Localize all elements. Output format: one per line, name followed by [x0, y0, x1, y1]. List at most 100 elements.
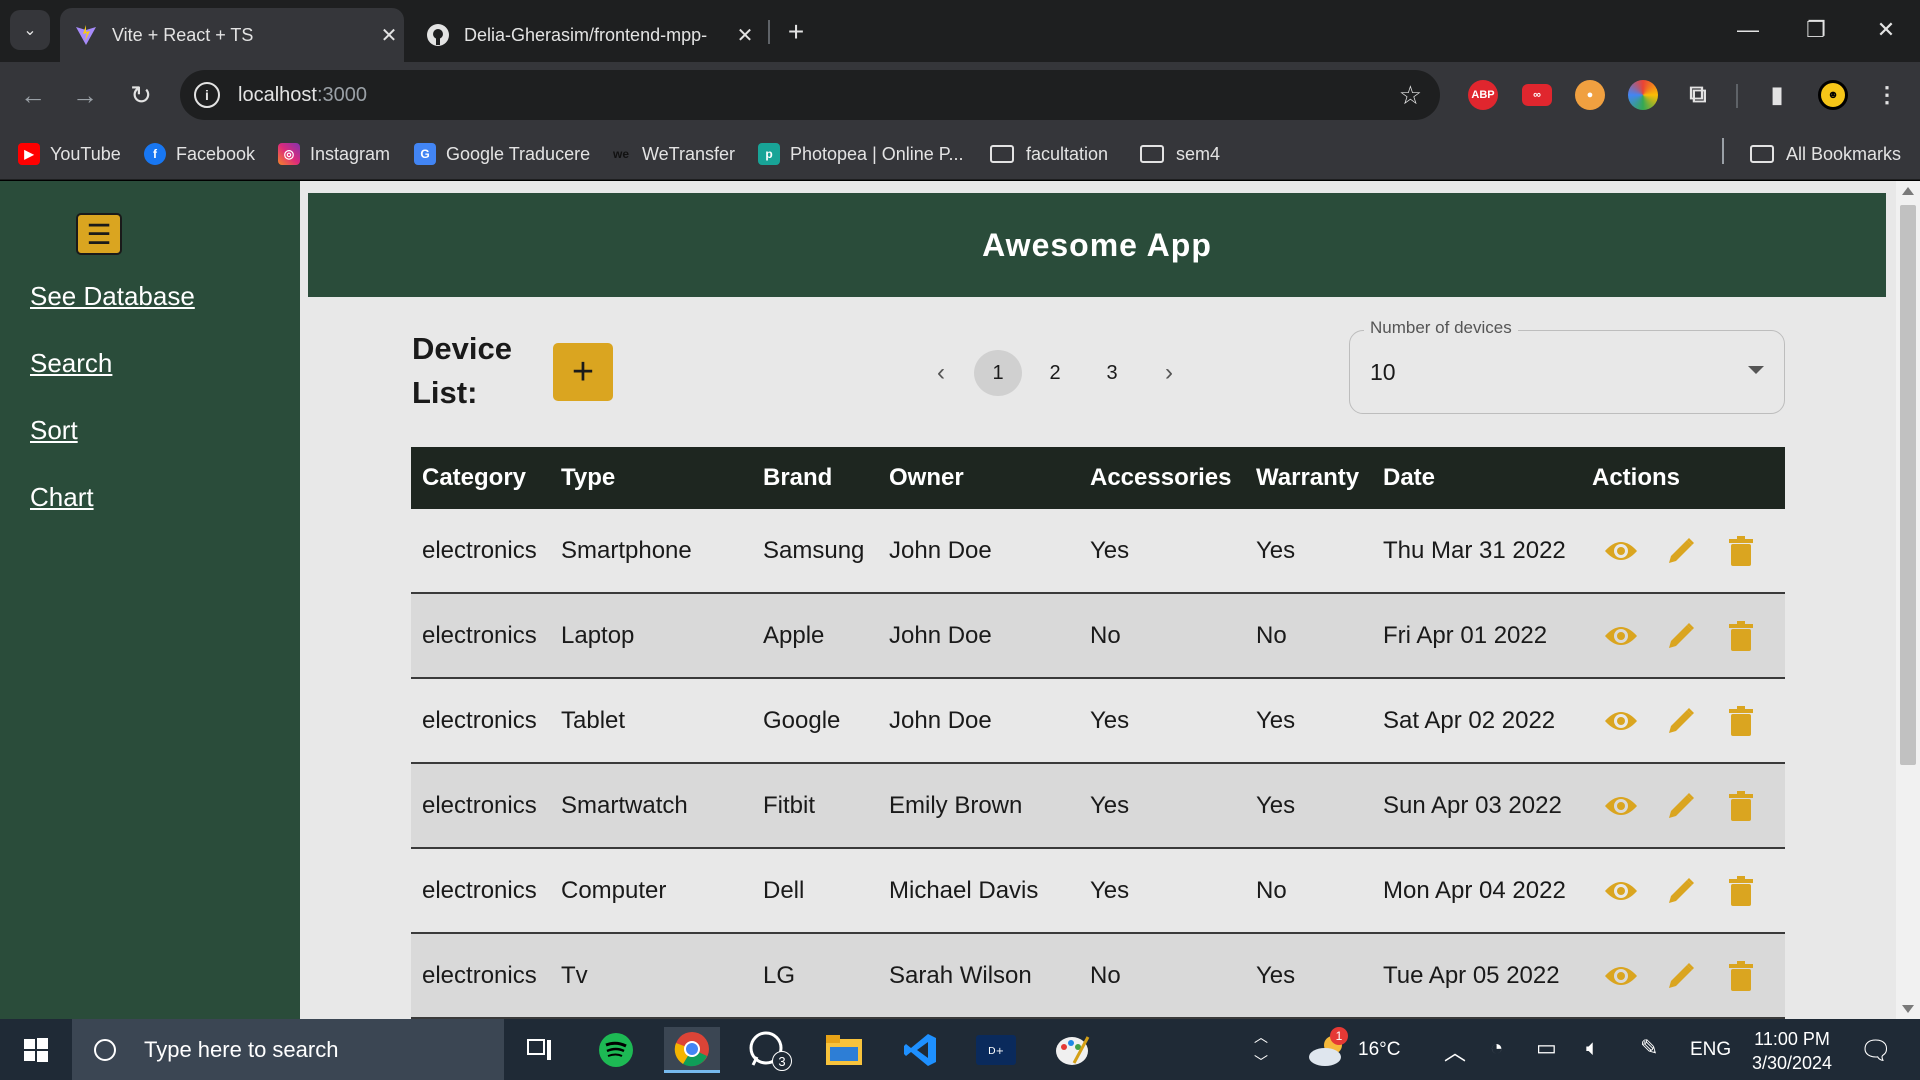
sidebar-link-see-database[interactable]: See Database — [30, 281, 195, 312]
cell-owner: Michael Davis — [889, 876, 1039, 904]
profile-avatar[interactable]: ☻ — [1818, 80, 1848, 110]
delete-trash-icon[interactable] — [1723, 873, 1759, 909]
whatsapp-badge: 3 — [772, 1051, 792, 1071]
weather-cloud-icon[interactable]: 1 — [1300, 1027, 1356, 1073]
close-window-icon[interactable]: ✕ — [1852, 8, 1920, 52]
page-viewport: ☰ See Database Search Sort Chart Awesome… — [0, 181, 1920, 1019]
cell-date: Thu Mar 31 2022 — [1383, 536, 1566, 564]
bookmark-star-icon[interactable]: ☆ — [1399, 80, 1422, 111]
number-of-devices-label: Number of devices — [1364, 318, 1518, 338]
edit-pencil-icon[interactable] — [1663, 788, 1699, 824]
view-eye-icon[interactable] — [1603, 533, 1639, 569]
sidebar-link-chart[interactable]: Chart — [30, 482, 94, 513]
bookmark-google-translate[interactable]: G Google Traducere — [414, 140, 590, 168]
cell-accessories: Yes — [1090, 706, 1130, 734]
volume-icon[interactable]: 🔈︎ — [1586, 1035, 1599, 1061]
restore-icon[interactable]: ❐ — [1782, 8, 1850, 52]
edit-pencil-icon[interactable] — [1663, 958, 1699, 994]
tab-close-icon[interactable]: ✕ — [374, 23, 404, 48]
whatsapp-icon[interactable]: 3 — [740, 1027, 796, 1073]
view-eye-icon[interactable] — [1603, 788, 1639, 824]
edit-pencil-icon[interactable] — [1663, 703, 1699, 739]
forward-arrow-icon[interactable]: → — [64, 74, 106, 116]
scroll-up-arrow-icon[interactable] — [1902, 187, 1914, 195]
extension-monkey-icon[interactable]: ● — [1575, 80, 1605, 110]
back-arrow-icon[interactable]: ← — [12, 74, 54, 116]
delete-trash-icon[interactable] — [1723, 533, 1759, 569]
dropdown-arrow-icon[interactable] — [1748, 366, 1764, 374]
site-info-icon[interactable]: i — [194, 82, 220, 108]
spotify-icon[interactable] — [588, 1027, 644, 1073]
disney-plus-icon[interactable]: D+ — [968, 1027, 1024, 1073]
taskbar-scroll-chevrons-icon[interactable]: ︿ ﹀ — [1250, 1025, 1272, 1075]
minimize-icon[interactable]: — — [1714, 8, 1782, 52]
chrome-menu-icon[interactable]: ⋮ — [1872, 80, 1902, 110]
bookmark-youtube[interactable]: ▶ YouTube — [18, 140, 121, 168]
bookmark-label: Instagram — [310, 143, 391, 164]
show-hidden-icons-chevron-icon[interactable]: ︿ — [1444, 1035, 1466, 1067]
edit-pencil-icon[interactable] — [1663, 873, 1699, 909]
menu-toggle-button[interactable]: ☰ — [76, 213, 122, 255]
pagination-next-chevron-icon[interactable]: › — [1146, 350, 1192, 396]
tab-close-icon[interactable]: ✕ — [730, 23, 760, 48]
network-icon[interactable]: ◔ — [1490, 1035, 1503, 1061]
side-panel-icon[interactable]: ▮ — [1762, 80, 1792, 110]
bookmark-folder-facultation[interactable]: facultation — [990, 140, 1108, 168]
scroll-thumb[interactable] — [1900, 205, 1916, 765]
edit-pencil-icon[interactable] — [1663, 618, 1699, 654]
tab-search-chevron-icon[interactable]: ⌄ — [10, 10, 50, 50]
delete-trash-icon[interactable] — [1723, 703, 1759, 739]
pagination-prev-chevron-icon[interactable]: ‹ — [918, 350, 964, 396]
bookmark-all-bookmarks[interactable]: All Bookmarks — [1750, 140, 1901, 168]
adblock-plus-icon[interactable]: ABP — [1468, 80, 1498, 110]
extension-infinity-icon[interactable]: ∞ — [1522, 84, 1552, 106]
extensions-puzzle-icon[interactable]: ⧉ — [1683, 80, 1713, 110]
file-explorer-icon[interactable] — [816, 1027, 872, 1073]
delete-trash-icon[interactable] — [1723, 618, 1759, 654]
scroll-down-arrow-icon[interactable] — [1902, 1005, 1914, 1013]
bookmark-facebook[interactable]: f Facebook — [144, 140, 255, 168]
delete-trash-icon[interactable] — [1723, 788, 1759, 824]
pagination-page-3[interactable]: 3 — [1088, 350, 1136, 396]
tab-github[interactable]: Delia-Gherasim/frontend-mpp- ✕ — [412, 8, 760, 62]
system-clock[interactable]: 11:00 PM 3/30/2024 — [1732, 1027, 1852, 1075]
notification-center-icon[interactable]: 🗨︎ — [1856, 1033, 1896, 1067]
row-actions — [1603, 594, 1783, 677]
table-row: electronics Laptop Apple John Doe No No … — [411, 594, 1785, 679]
windows-start-icon[interactable] — [0, 1019, 72, 1080]
battery-icon[interactable]: ▭ — [1536, 1035, 1557, 1061]
view-eye-icon[interactable] — [1603, 703, 1639, 739]
sidebar-link-search[interactable]: Search — [30, 348, 112, 379]
browser-tab-bar: ⌄ Vite + React + TS ✕ Delia-Gherasim/fro… — [0, 0, 1920, 62]
number-of-devices-select[interactable] — [1349, 330, 1785, 414]
extension-color-icon[interactable] — [1628, 80, 1658, 110]
chrome-taskbar-icon[interactable] — [664, 1027, 720, 1073]
view-eye-icon[interactable] — [1603, 873, 1639, 909]
bookmark-wetransfer[interactable]: we WeTransfer — [610, 140, 735, 168]
taskbar-search-box[interactable]: Type here to search — [72, 1019, 504, 1080]
bookmark-folder-sem4[interactable]: sem4 — [1140, 140, 1220, 168]
pagination-page-1[interactable]: 1 — [974, 350, 1022, 396]
add-device-button[interactable]: + — [553, 343, 613, 401]
language-indicator[interactable]: ENG — [1690, 1039, 1731, 1061]
tab-vite-react[interactable]: Vite + React + TS ✕ — [60, 8, 404, 62]
bookmark-instagram[interactable]: ◎ Instagram — [278, 140, 390, 168]
task-view-icon[interactable] — [512, 1027, 568, 1073]
sidebar-link-sort[interactable]: Sort — [30, 415, 78, 446]
vscode-icon[interactable] — [892, 1027, 948, 1073]
pen-icon[interactable]: ✎ — [1640, 1035, 1658, 1061]
address-bar[interactable]: i localhost:3000 ☆ — [180, 70, 1440, 120]
view-eye-icon[interactable] — [1603, 958, 1639, 994]
page-scrollbar[interactable] — [1896, 181, 1920, 1019]
reload-icon[interactable]: ↻ — [120, 74, 162, 116]
new-tab-plus-icon[interactable]: + — [778, 14, 814, 50]
header-accessories: Accessories — [1090, 464, 1232, 491]
pagination-page-2[interactable]: 2 — [1031, 350, 1079, 396]
cell-category: electronics — [422, 621, 537, 649]
bookmark-photopea[interactable]: p Photopea | Online P... — [758, 140, 963, 168]
view-eye-icon[interactable] — [1603, 618, 1639, 654]
edit-pencil-icon[interactable] — [1663, 533, 1699, 569]
header-category: Category — [422, 464, 527, 491]
paint-icon[interactable] — [1044, 1027, 1100, 1073]
delete-trash-icon[interactable] — [1723, 958, 1759, 994]
